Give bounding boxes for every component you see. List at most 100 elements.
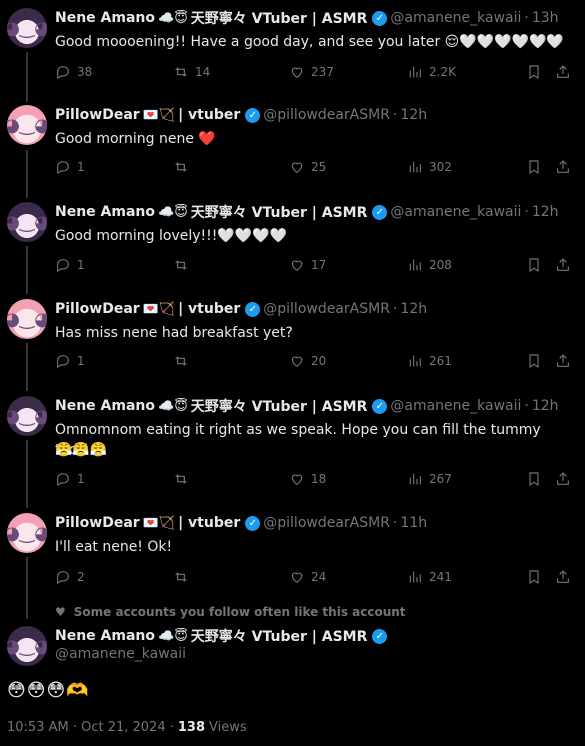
timestamp[interactable]: 12h: [532, 398, 559, 414]
share-button[interactable]: [555, 159, 571, 175]
views-count: 302: [429, 160, 452, 174]
reply-button[interactable]: 1: [55, 471, 85, 487]
reply-icon: [57, 66, 69, 80]
display-name-suffix[interactable]: | vtuber: [178, 301, 240, 317]
retweet-button[interactable]: [173, 569, 195, 585]
display-name[interactable]: PillowDear: [55, 107, 140, 123]
tweet-header: PillowDear 💌🏹 | vtuber ✓ @pillowdearASMR…: [55, 105, 427, 125]
like-button[interactable]: 17: [289, 257, 326, 273]
handle[interactable]: @pillowdearASMR: [263, 107, 390, 123]
timestamp[interactable]: 12h: [532, 204, 559, 220]
heart-icon: [291, 67, 303, 79]
avatar[interactable]: ◕‿◕: [7, 626, 47, 666]
display-name-suffix[interactable]: 天野寧々 VTuber | ASMR: [191, 626, 368, 646]
views-button[interactable]: 261: [407, 353, 452, 369]
name-emoji: ☁️😇: [158, 10, 188, 26]
avatar[interactable]: ◕‿◕: [7, 299, 47, 339]
display-name[interactable]: Nene Amano: [55, 398, 155, 414]
retweet-button[interactable]: 14: [173, 64, 210, 80]
views-button[interactable]: 208: [407, 257, 452, 273]
bookmark-button[interactable]: [526, 159, 542, 175]
retweet-icon: [175, 572, 187, 582]
timestamp[interactable]: 10:53 AM · Oct 21, 2024 ·: [7, 720, 174, 735]
display-name[interactable]: PillowDear: [55, 515, 140, 531]
display-name-suffix[interactable]: 天野寧々 VTuber | ASMR: [191, 396, 368, 416]
reply-button[interactable]: 2: [55, 569, 85, 585]
reply-button[interactable]: 1: [55, 159, 85, 175]
like-button[interactable]: 237: [289, 64, 334, 80]
avatar-face-icon: ◕‿◕: [7, 635, 47, 657]
views-count: 261: [429, 354, 452, 368]
display-name-suffix[interactable]: 天野寧々 VTuber | ASMR: [191, 8, 368, 28]
heart-icon: [291, 260, 303, 272]
views-button[interactable]: 241: [407, 569, 452, 585]
handle[interactable]: @amanene_kawaii: [390, 204, 521, 220]
reply-button[interactable]: 1: [55, 257, 85, 273]
bookmark-button[interactable]: [526, 569, 542, 585]
display-name-suffix[interactable]: | vtuber: [178, 107, 240, 123]
name-emoji: ☁️😇: [158, 204, 188, 220]
timestamp[interactable]: 12h: [400, 301, 427, 317]
like-count: 24: [311, 570, 327, 584]
retweet-button[interactable]: [173, 159, 195, 175]
retweet-button[interactable]: [173, 471, 195, 487]
timestamp[interactable]: 11h: [400, 515, 427, 531]
display-name[interactable]: Nene Amano: [55, 10, 155, 26]
avatar[interactable]: ◕‿◕: [7, 513, 47, 553]
timestamp[interactable]: 13h: [532, 10, 559, 26]
share-button[interactable]: [555, 64, 571, 80]
tweet-meta: 10:53 AM · Oct 21, 2024 · 138 Views: [7, 720, 247, 735]
separator: ·: [392, 301, 398, 317]
tweet-text: Good morning nene ❤️: [55, 131, 216, 147]
reply-count: 1: [77, 258, 85, 272]
reply-button[interactable]: 1: [55, 353, 85, 369]
handle[interactable]: @amanene_kawaii: [390, 398, 521, 414]
display-name-suffix[interactable]: 天野寧々 VTuber | ASMR: [191, 202, 368, 222]
share-icon: [557, 160, 569, 173]
bookmark-button[interactable]: [526, 471, 542, 487]
handle[interactable]: @pillowdearASMR: [263, 515, 390, 531]
display-name[interactable]: Nene Amano: [55, 204, 155, 220]
handle[interactable]: @amanene_kawaii: [390, 10, 521, 26]
timestamp[interactable]: 12h: [400, 107, 427, 123]
avatar[interactable]: ◕‿◕: [7, 105, 47, 145]
share-button[interactable]: [555, 569, 571, 585]
tweet-header: PillowDear 💌🏹 | vtuber ✓ @pillowdearASMR…: [55, 513, 427, 533]
share-button[interactable]: [555, 471, 571, 487]
tweet-text: Has miss nene had breakfast yet?: [55, 325, 293, 341]
avatar[interactable]: ◕‿◕: [7, 202, 47, 242]
like-button[interactable]: 24: [289, 569, 326, 585]
bookmark-button[interactable]: [526, 353, 542, 369]
handle[interactable]: @pillowdearASMR: [263, 301, 390, 317]
like-button[interactable]: 20: [289, 353, 326, 369]
views-button[interactable]: 2.2K: [407, 64, 456, 80]
share-button[interactable]: [555, 353, 571, 369]
avatar[interactable]: ◕‿◕: [7, 396, 47, 436]
views-icon: [409, 571, 421, 583]
avatar[interactable]: ◕‿◕: [7, 8, 47, 48]
retweet-button[interactable]: [173, 353, 195, 369]
views-button[interactable]: 267: [407, 471, 452, 487]
reply-icon: [57, 161, 69, 175]
like-button[interactable]: 18: [289, 471, 326, 487]
share-button[interactable]: [555, 257, 571, 273]
views-count: 2.2K: [429, 65, 456, 79]
share-icon: [557, 354, 569, 367]
name-emoji: ☁️😇: [158, 628, 188, 644]
display-name-suffix[interactable]: | vtuber: [178, 515, 240, 531]
bookmark-button[interactable]: [526, 64, 542, 80]
heart-icon: [291, 572, 303, 584]
retweet-button[interactable]: [173, 257, 195, 273]
like-count: 237: [311, 65, 334, 79]
views-icon: [409, 161, 421, 173]
reply-icon: [57, 571, 69, 585]
like-button[interactable]: 25: [289, 159, 326, 175]
main-handle[interactable]: @amanene_kawaii: [55, 646, 186, 662]
display-name[interactable]: PillowDear: [55, 301, 140, 317]
display-name[interactable]: Nene Amano: [55, 628, 155, 644]
views-button[interactable]: 302: [407, 159, 452, 175]
reply-button[interactable]: 38: [55, 64, 92, 80]
bookmark-button[interactable]: [526, 257, 542, 273]
verified-badge-icon: ✓: [372, 10, 388, 26]
share-icon: [557, 258, 569, 271]
